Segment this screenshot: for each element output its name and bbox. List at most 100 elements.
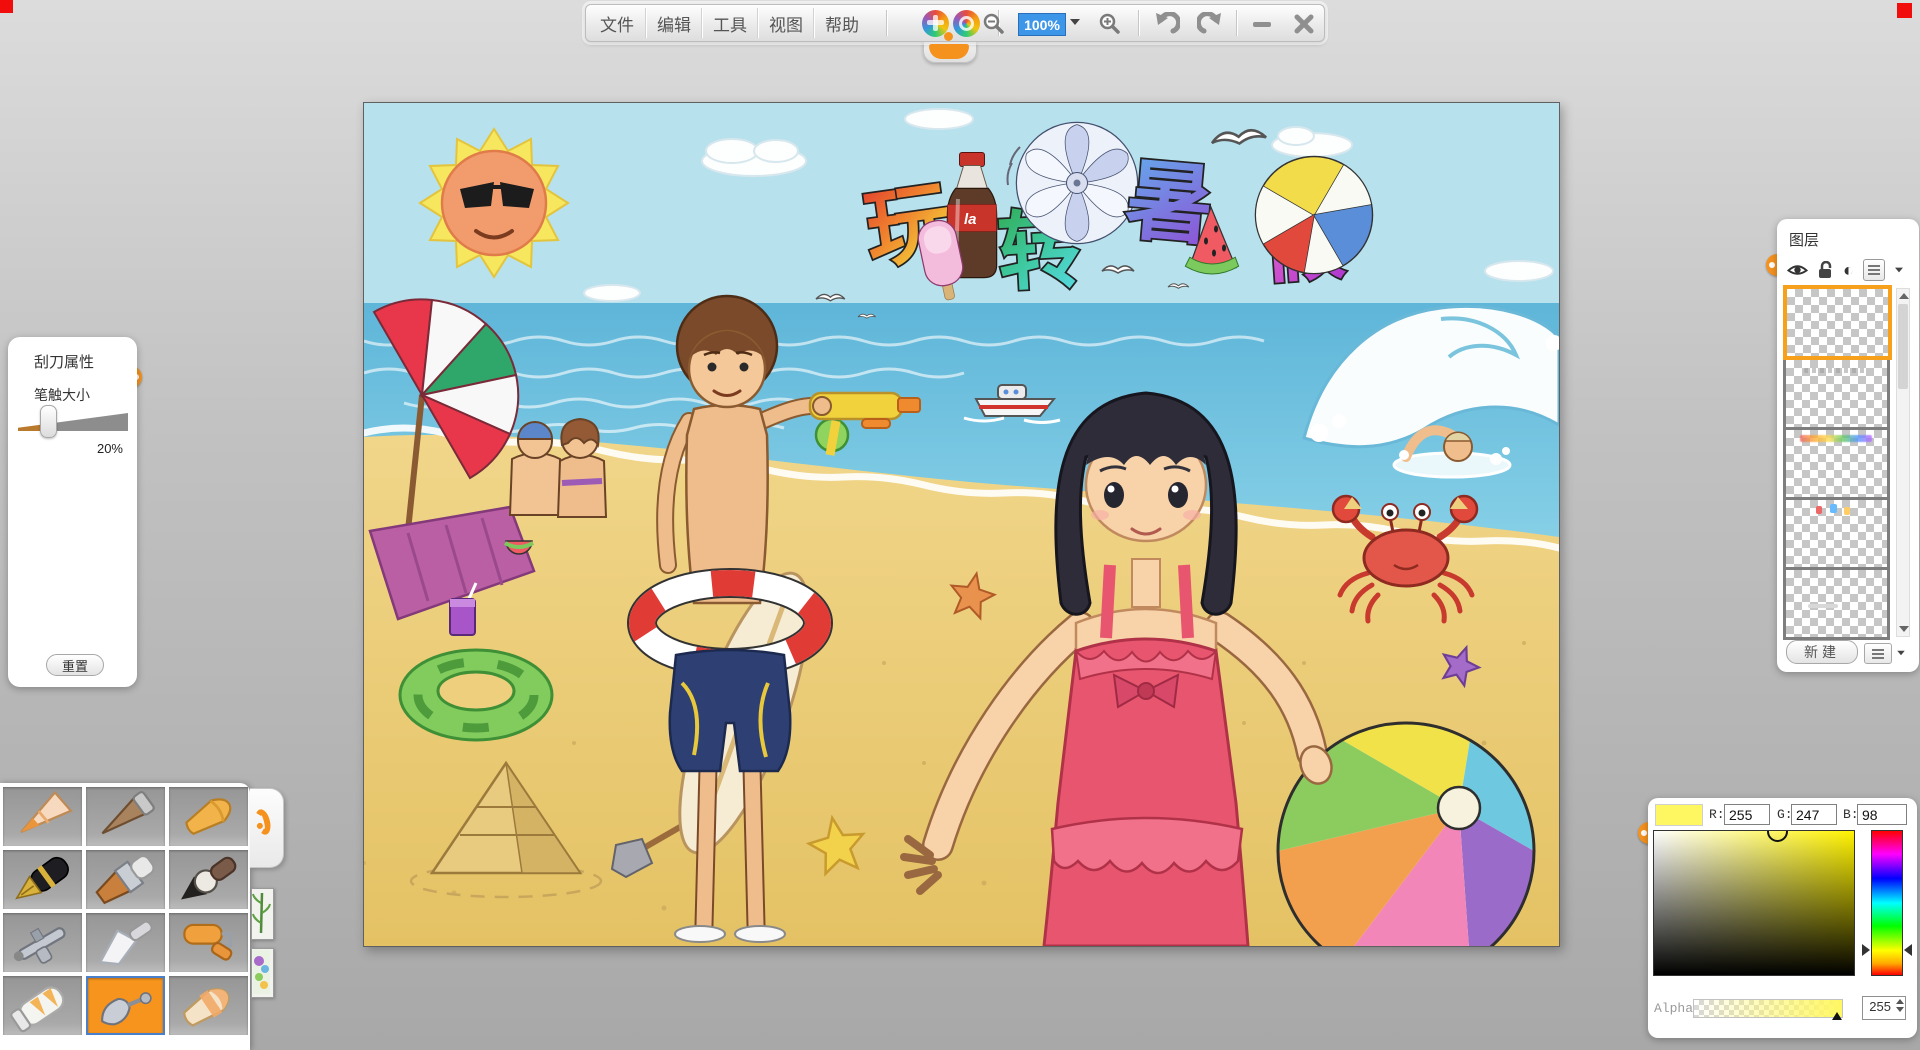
layer-thumbnail-2[interactable] — [1783, 357, 1890, 430]
undo-button[interactable] — [1148, 11, 1184, 37]
scraper-icon — [88, 978, 163, 1033]
brush-tool-eraser[interactable] — [169, 976, 248, 1035]
hue-bar[interactable] — [1871, 830, 1903, 976]
paint-tube-icon — [3, 976, 82, 1035]
brush-tool-pencil[interactable] — [3, 787, 82, 846]
brush-tool-palette-knife[interactable] — [86, 913, 165, 972]
pastel-stick-icon — [86, 787, 165, 846]
beach-illustration: 玩 la 转 — [364, 103, 1559, 946]
toolbar-tab-smile-icon — [929, 44, 969, 59]
brush-tool-paint-roller[interactable] — [169, 913, 248, 972]
brush-tool-airbrush[interactable] — [3, 913, 82, 972]
brush-panel-collapse-tab[interactable] — [250, 788, 284, 868]
palette-knife-icon — [86, 913, 165, 972]
green-swim-ring — [400, 650, 552, 740]
list-icon — [1868, 265, 1880, 275]
spinner-up-icon[interactable] — [1896, 999, 1904, 1004]
brush-size-slider-thumb[interactable] — [40, 405, 57, 438]
menu-file[interactable]: 文件 — [589, 8, 645, 38]
sv-selection-marker[interactable] — [1767, 830, 1788, 842]
red-value-input[interactable] — [1724, 804, 1770, 825]
menu-tools[interactable]: 工具 — [701, 8, 758, 38]
green-value-input[interactable] — [1791, 804, 1837, 825]
pencil-icon — [3, 787, 82, 846]
ink-brush-icon — [169, 850, 248, 909]
redo-icon — [1197, 12, 1225, 36]
toolbar-tab-nose-icon — [944, 32, 953, 41]
saturation-value-square[interactable] — [1653, 830, 1855, 976]
visibility-eye-icon[interactable] — [1787, 263, 1808, 278]
alpha-value-input[interactable] — [1863, 998, 1893, 1015]
texture-chip-picture[interactable] — [251, 948, 274, 998]
blue-value-input[interactable] — [1857, 804, 1907, 825]
zoom-level-input[interactable]: 100% — [1018, 13, 1066, 36]
layer-thumbnail-4[interactable] — [1783, 497, 1890, 570]
scroll-up-icon[interactable] — [1899, 293, 1909, 299]
close-icon — [1294, 14, 1314, 34]
lock-icon[interactable] — [1817, 261, 1834, 279]
menu-file-label: 文件 — [600, 11, 634, 36]
brush-tool-fountain-pen[interactable] — [3, 850, 82, 909]
brush-tool-crayon[interactable] — [169, 787, 248, 846]
crayon-icon — [169, 787, 248, 846]
main-toolbar: 文件 编辑 工具 视图 帮助 100% — [585, 4, 1325, 42]
alpha-slider-marker[interactable] — [1832, 1012, 1842, 1020]
brush-tool-paint-brush[interactable] — [86, 850, 165, 909]
redo-button[interactable] — [1193, 11, 1229, 37]
menu-tools-label: 工具 — [713, 11, 747, 36]
minimize-button[interactable] — [1244, 11, 1280, 37]
mini-picture-icon — [252, 949, 271, 995]
menu-view-label: 视图 — [769, 11, 803, 36]
paint-brush-icon — [86, 850, 165, 909]
bamboo-icon — [252, 889, 271, 937]
brush-tool-scraper-selected[interactable] — [86, 976, 165, 1035]
layer-list — [1783, 288, 1890, 640]
reset-button[interactable]: 重置 — [46, 654, 104, 676]
airbrush-icon — [3, 913, 82, 972]
layers-panel: 图层 ◐ — [1777, 219, 1919, 672]
layer-menu-button[interactable] — [1864, 643, 1892, 664]
alpha-slider[interactable] — [1693, 999, 1843, 1018]
brush-tool-pastel-stick[interactable] — [86, 787, 165, 846]
hue-marker-right[interactable] — [1904, 944, 1912, 956]
alpha-value-spinner[interactable] — [1862, 996, 1906, 1020]
layer-menu-arrow[interactable] — [1897, 651, 1905, 656]
current-color-swatch[interactable] — [1655, 804, 1703, 826]
brush-palette-panel — [0, 783, 250, 1050]
zoom-out-button[interactable] — [978, 11, 1010, 37]
app-logo-right-icon[interactable] — [953, 10, 980, 37]
eraser-icon — [169, 976, 248, 1035]
new-layer-button[interactable]: 新建 — [1786, 640, 1858, 664]
layer-options-arrow[interactable] — [1895, 268, 1903, 273]
canvas-artwork[interactable]: 玩 la 转 — [363, 102, 1560, 947]
blend-contrast-icon[interactable]: ◐ — [1843, 261, 1854, 279]
zoom-in-icon — [1098, 12, 1122, 36]
layer-list-scrollbar[interactable] — [1896, 288, 1910, 637]
brush-tool-ink-brush[interactable] — [169, 850, 248, 909]
brush-size-value: 20% — [97, 441, 123, 456]
scroll-down-icon[interactable] — [1899, 626, 1909, 632]
zoom-in-button[interactable] — [1094, 11, 1126, 37]
color-picker-panel: R: G: B: Alpha — [1648, 798, 1917, 1038]
brush-tab-handle-icon — [253, 808, 273, 837]
zoom-level-value: 100% — [1024, 17, 1060, 33]
zoom-out-icon — [982, 12, 1006, 36]
hue-marker-left[interactable] — [1862, 944, 1870, 956]
layer-thumbnail-5[interactable] — [1783, 567, 1890, 640]
screen-marker-top-right — [1897, 3, 1912, 18]
menu-view[interactable]: 视图 — [757, 8, 814, 38]
layer-list-mode-button[interactable] — [1863, 259, 1885, 281]
menu-edit[interactable]: 编辑 — [645, 8, 702, 38]
brush-tool-paint-tube[interactable] — [3, 976, 82, 1035]
scrollbar-thumb[interactable] — [1898, 304, 1908, 389]
close-button[interactable] — [1286, 11, 1322, 37]
menu-help[interactable]: 帮助 — [813, 8, 870, 38]
paint-roller-icon — [169, 913, 248, 972]
zoom-dropdown-button[interactable] — [1070, 19, 1080, 25]
layer-thumbnail-1-selected[interactable] — [1783, 285, 1892, 360]
brush-size-slider-track[interactable] — [18, 413, 128, 431]
texture-chip-bamboo[interactable] — [251, 888, 274, 940]
spinner-down-icon[interactable] — [1896, 1007, 1904, 1012]
red-label: R: — [1709, 807, 1725, 822]
layer-thumbnail-3[interactable] — [1783, 427, 1890, 500]
